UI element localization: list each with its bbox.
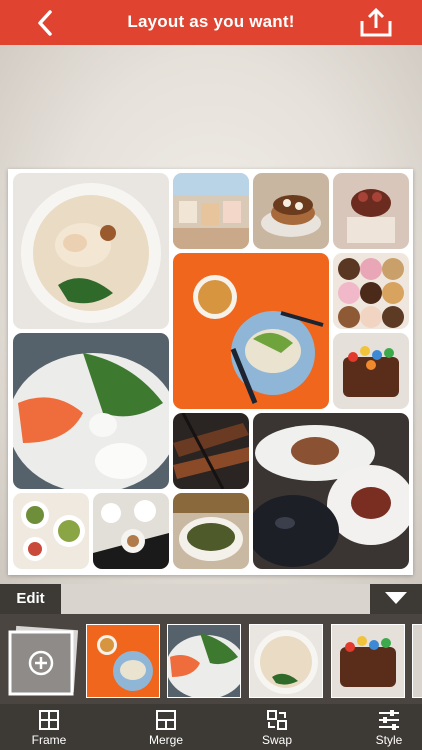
collage-cell-pancakes[interactable]	[253, 173, 329, 249]
edit-bar: Edit	[0, 584, 422, 614]
bottom-tab-bar: Frame Merge Swap Style	[0, 704, 422, 750]
swap-icon	[267, 710, 287, 730]
collage-cell-noodle-soup[interactable]	[13, 173, 169, 329]
collage-cell-candy-cake[interactable]	[333, 333, 409, 409]
merge-icon	[156, 710, 176, 730]
strip-thumb-partial[interactable]	[412, 624, 422, 698]
share-icon	[360, 7, 392, 37]
collage-cell-cupcakes[interactable]	[173, 173, 249, 249]
tab-frame-label: Frame	[31, 733, 67, 747]
collage-cell-grilled-meat[interactable]	[173, 413, 249, 489]
add-photo-button[interactable]	[6, 624, 79, 696]
share-button[interactable]	[356, 7, 396, 39]
collage-cell-salmon-salad[interactable]	[13, 333, 169, 489]
collage-cell-tea-set[interactable]	[93, 493, 169, 569]
photo-strip[interactable]	[0, 614, 422, 704]
tab-swap[interactable]: Swap	[242, 704, 312, 750]
collage-cell-cake-box[interactable]	[333, 173, 409, 249]
collage-canvas	[8, 169, 413, 575]
tab-style-label: Style	[375, 733, 403, 747]
tab-merge-label: Merge	[148, 733, 183, 747]
collapse-button[interactable]	[370, 584, 422, 614]
tab-merge[interactable]: Merge	[131, 704, 201, 750]
collage-cell-chicken-rice[interactable]	[173, 253, 329, 409]
collage-cell-donuts[interactable]	[333, 253, 409, 329]
top-bar: Layout as you want!	[0, 0, 422, 45]
strip-thumb-chicken-rice[interactable]	[86, 624, 160, 698]
collage-cell-salad-bowls[interactable]	[13, 493, 89, 569]
strip-thumb-candy-cake[interactable]	[331, 624, 405, 698]
tab-style[interactable]: Style	[354, 704, 422, 750]
triangle-down-icon	[385, 592, 407, 604]
tab-frame[interactable]: Frame	[14, 704, 84, 750]
editor-stage	[0, 45, 422, 584]
strip-thumb-salmon-salad[interactable]	[167, 624, 241, 698]
collage-cell-seaweed-soup[interactable]	[173, 493, 249, 569]
sliders-icon	[379, 710, 399, 730]
tab-swap-label: Swap	[261, 733, 293, 747]
strip-thumb-noodle-soup[interactable]	[249, 624, 323, 698]
frame-grid-icon	[39, 710, 59, 730]
collage-cell-mussels[interactable]	[253, 413, 409, 569]
edit-tab[interactable]: Edit	[0, 584, 61, 614]
plus-circle-icon	[8, 625, 79, 696]
